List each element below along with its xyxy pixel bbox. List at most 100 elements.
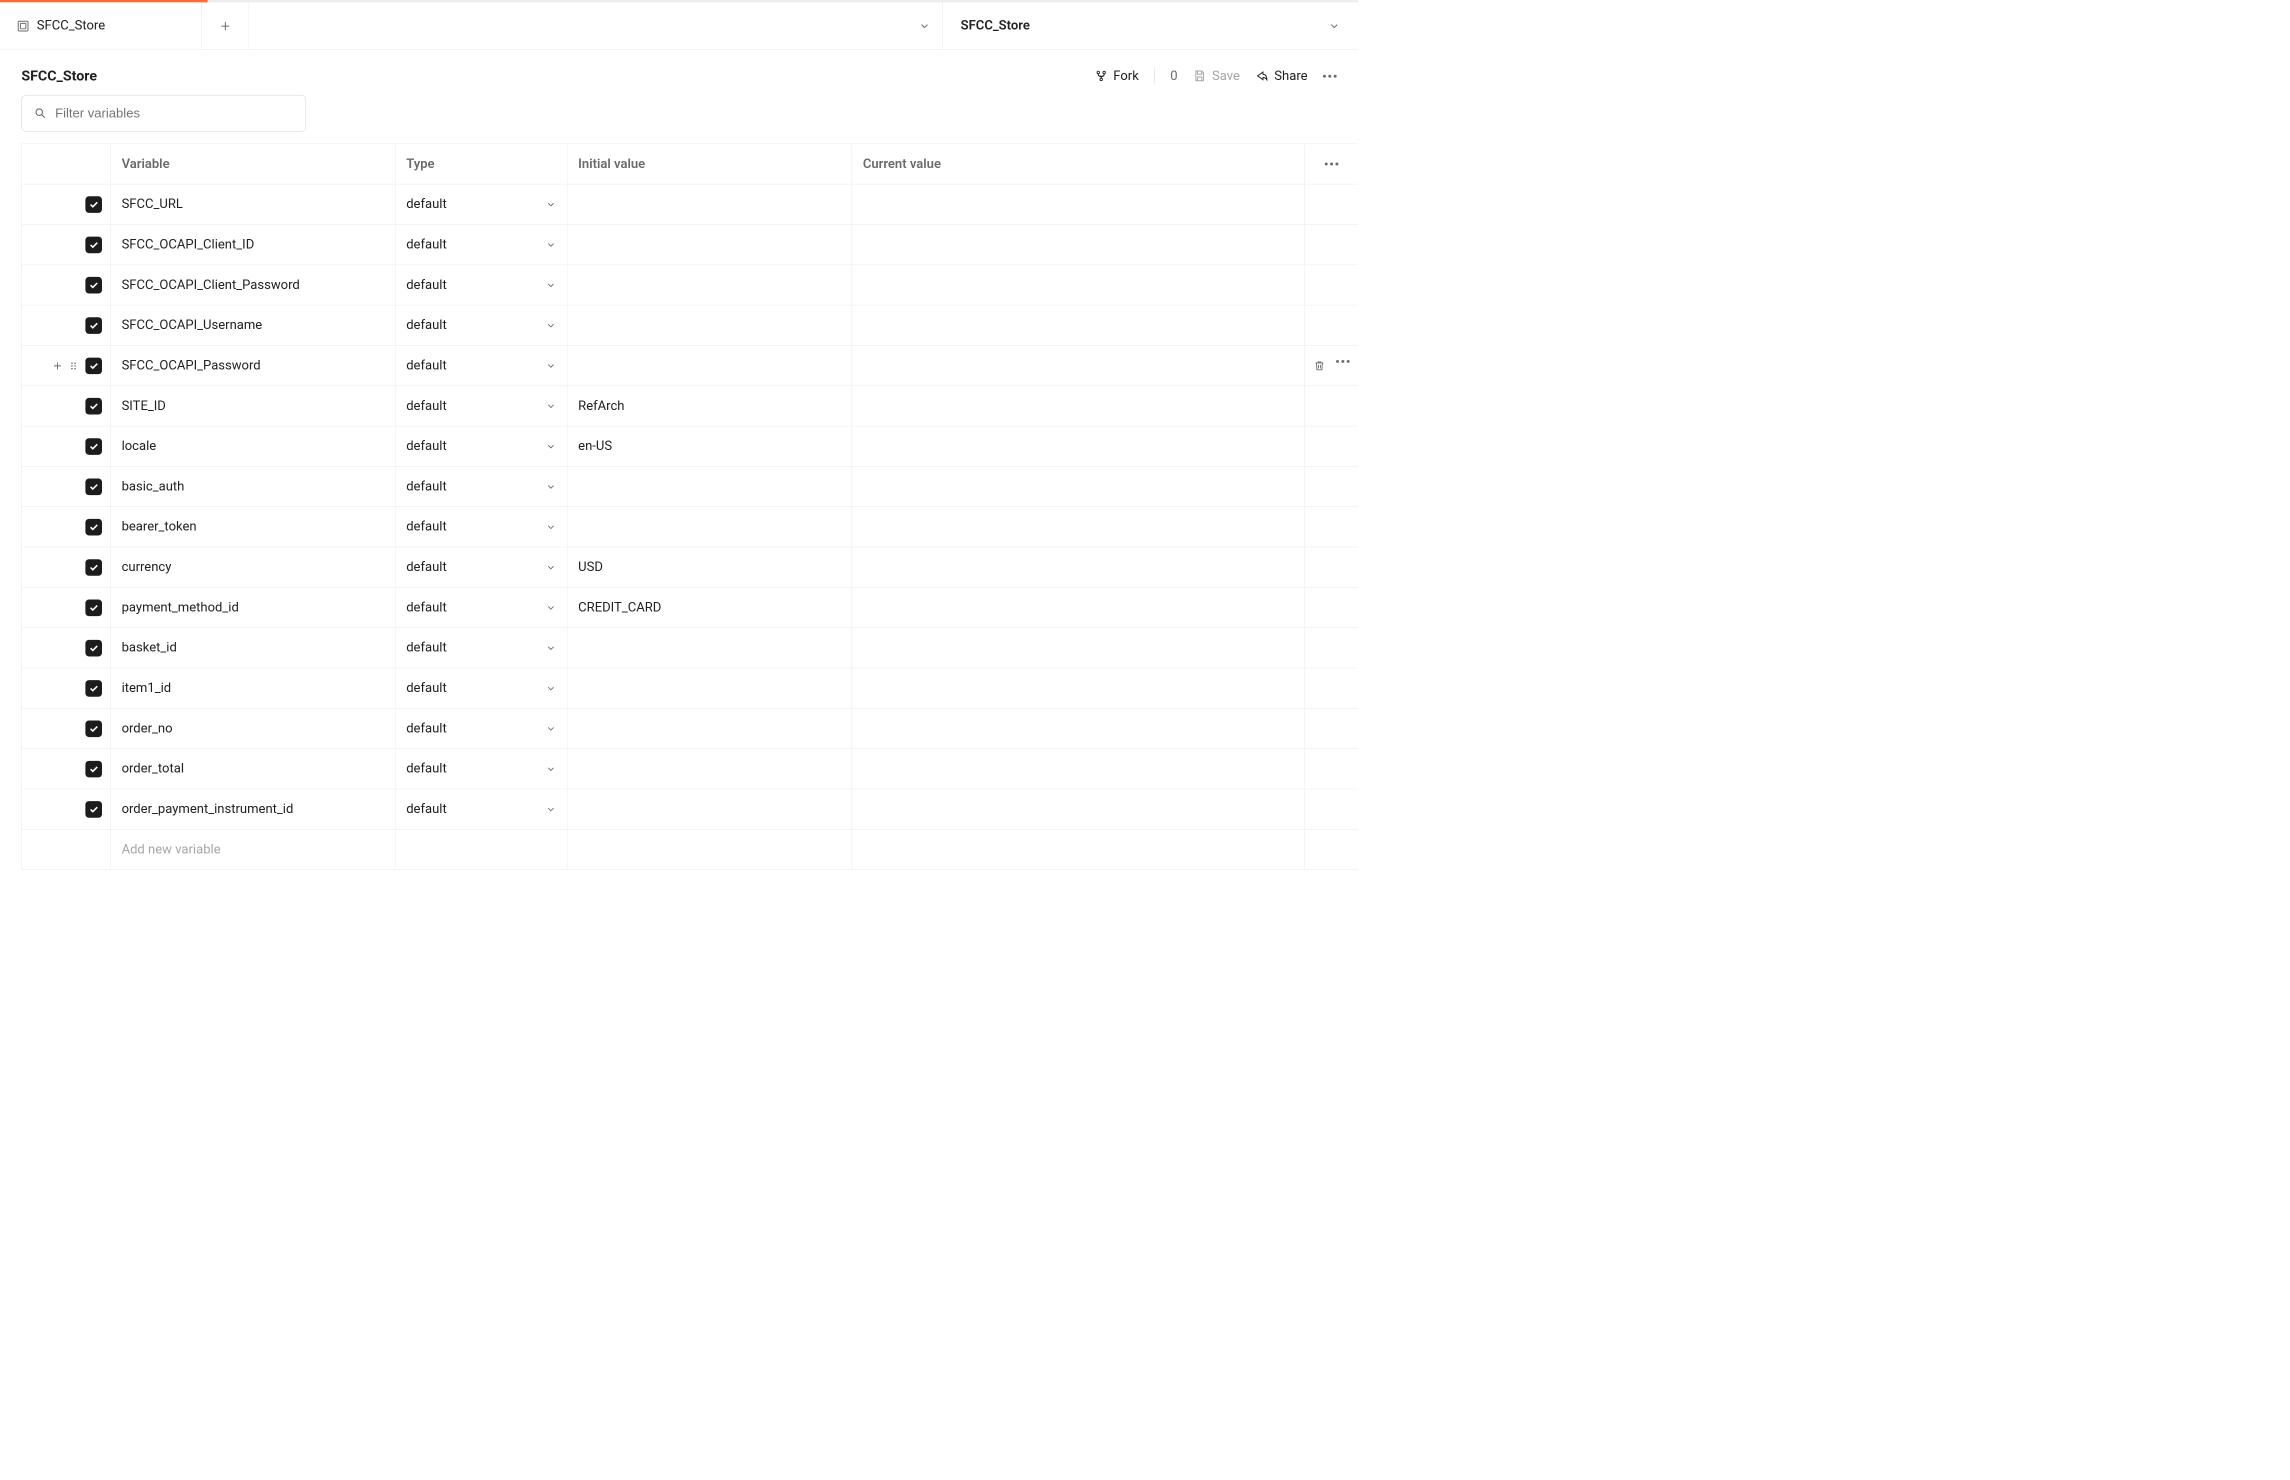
current-value-cell[interactable] (852, 346, 1304, 386)
initial-value-cell[interactable] (568, 507, 853, 547)
variable-name-cell[interactable]: SFCC_URL (111, 184, 396, 224)
type-select[interactable]: default (396, 386, 568, 426)
variable-name-cell[interactable]: locale (111, 426, 396, 466)
type-select[interactable]: default (396, 305, 568, 345)
variable-name-cell[interactable]: order_total (111, 749, 396, 789)
type-select[interactable]: default (396, 547, 568, 587)
initial-value-cell[interactable] (568, 709, 853, 749)
current-value-cell[interactable] (852, 426, 1304, 466)
initial-value-cell[interactable] (568, 467, 853, 507)
current-value-cell[interactable] (852, 467, 1304, 507)
add-row-button[interactable] (52, 360, 63, 371)
enable-checkbox[interactable] (85, 478, 102, 495)
delete-row-button[interactable] (1313, 360, 1325, 372)
variable-name-cell[interactable]: SFCC_OCAPI_Client_ID (111, 225, 396, 265)
initial-value-cell[interactable] (568, 225, 853, 265)
type-select[interactable]: default (396, 184, 568, 224)
current-value-cell[interactable] (852, 507, 1304, 547)
column-options-button[interactable] (1324, 162, 1338, 165)
current-value-cell[interactable] (852, 386, 1304, 426)
enable-checkbox[interactable] (85, 277, 102, 294)
type-select[interactable]: default (396, 749, 568, 789)
share-button[interactable]: Share (1255, 68, 1307, 83)
type-select[interactable]: default (396, 789, 568, 829)
current-value-cell[interactable] (852, 305, 1304, 345)
save-button[interactable]: Save (1193, 68, 1240, 83)
current-value-cell[interactable] (852, 628, 1304, 668)
enable-checkbox[interactable] (85, 357, 102, 374)
filter-variables-input[interactable] (21, 95, 306, 132)
variable-name-cell[interactable]: SFCC_OCAPI_Password (111, 346, 396, 386)
variable-name-cell[interactable]: basket_id (111, 628, 396, 668)
variable-name-cell[interactable]: SITE_ID (111, 386, 396, 426)
type-select[interactable]: default (396, 628, 568, 668)
initial-value-cell[interactable]: RefArch (568, 386, 853, 426)
current-value-cell[interactable] (852, 789, 1304, 829)
initial-value-cell[interactable] (568, 265, 853, 305)
initial-value-cell[interactable]: CREDIT_CARD (568, 588, 853, 628)
chevron-down-icon (546, 320, 557, 331)
variable-name-cell[interactable]: bearer_token (111, 507, 396, 547)
enable-checkbox[interactable] (85, 519, 102, 536)
initial-value-cell[interactable] (568, 749, 853, 789)
fork-button[interactable]: Fork (1096, 68, 1139, 83)
variable-name-cell[interactable]: order_payment_instrument_id (111, 789, 396, 829)
more-actions-button[interactable] (1323, 74, 1337, 77)
enable-checkbox[interactable] (85, 438, 102, 455)
current-value-cell[interactable] (852, 588, 1304, 628)
tab-environment[interactable]: SFCC_Store (0, 2, 202, 49)
type-select[interactable]: default (396, 265, 568, 305)
variable-name-cell[interactable]: SFCC_OCAPI_Client_Password (111, 265, 396, 305)
enable-checkbox[interactable] (85, 317, 102, 334)
initial-value-cell[interactable] (568, 305, 853, 345)
type-select[interactable]: default (396, 346, 568, 386)
enable-checkbox[interactable] (85, 720, 102, 737)
variable-name-cell[interactable]: basic_auth (111, 467, 396, 507)
enable-checkbox[interactable] (85, 599, 102, 616)
enable-checkbox[interactable] (85, 398, 102, 415)
add-variable-row[interactable]: Add new variable (22, 830, 1358, 870)
variable-name-cell[interactable]: item1_id (111, 668, 396, 708)
environment-selector[interactable]: SFCC_Store (943, 2, 1358, 49)
filter-field[interactable] (55, 106, 293, 121)
enable-checkbox[interactable] (85, 640, 102, 657)
initial-value-cell[interactable]: USD (568, 547, 853, 587)
variable-name-cell[interactable]: order_no (111, 709, 396, 749)
type-select[interactable]: default (396, 588, 568, 628)
initial-value-cell[interactable] (568, 346, 853, 386)
variable-name-cell[interactable]: currency (111, 547, 396, 587)
enable-checkbox[interactable] (85, 680, 102, 697)
initial-value-cell[interactable]: en-US (568, 426, 853, 466)
add-variable-placeholder[interactable]: Add new variable (111, 830, 396, 870)
enable-checkbox[interactable] (85, 196, 102, 213)
chevron-down-icon (546, 602, 557, 613)
current-value-cell[interactable] (852, 265, 1304, 305)
drag-handle-icon[interactable] (69, 360, 78, 371)
current-value-cell[interactable] (852, 225, 1304, 265)
type-select[interactable]: default (396, 467, 568, 507)
variable-name-cell[interactable]: SFCC_OCAPI_Username (111, 305, 396, 345)
enable-checkbox[interactable] (85, 236, 102, 253)
enable-checkbox[interactable] (85, 559, 102, 576)
initial-value-cell[interactable] (568, 628, 853, 668)
current-value-cell[interactable] (852, 184, 1304, 224)
current-value-cell[interactable] (852, 749, 1304, 789)
type-select[interactable]: default (396, 225, 568, 265)
type-select[interactable]: default (396, 426, 568, 466)
type-label: default (406, 721, 447, 736)
tab-overflow[interactable] (249, 2, 943, 49)
initial-value-cell[interactable] (568, 668, 853, 708)
type-select[interactable]: default (396, 507, 568, 547)
enable-checkbox[interactable] (85, 801, 102, 818)
type-select[interactable]: default (396, 668, 568, 708)
variable-name-cell[interactable]: payment_method_id (111, 588, 396, 628)
new-tab-button[interactable] (202, 2, 249, 49)
type-select[interactable]: default (396, 709, 568, 749)
initial-value-cell[interactable] (568, 789, 853, 829)
current-value-cell[interactable] (852, 668, 1304, 708)
current-value-cell[interactable] (852, 709, 1304, 749)
enable-checkbox[interactable] (85, 761, 102, 778)
current-value-cell[interactable] (852, 547, 1304, 587)
initial-value-cell[interactable] (568, 184, 853, 224)
row-more-button[interactable] (1336, 360, 1350, 372)
